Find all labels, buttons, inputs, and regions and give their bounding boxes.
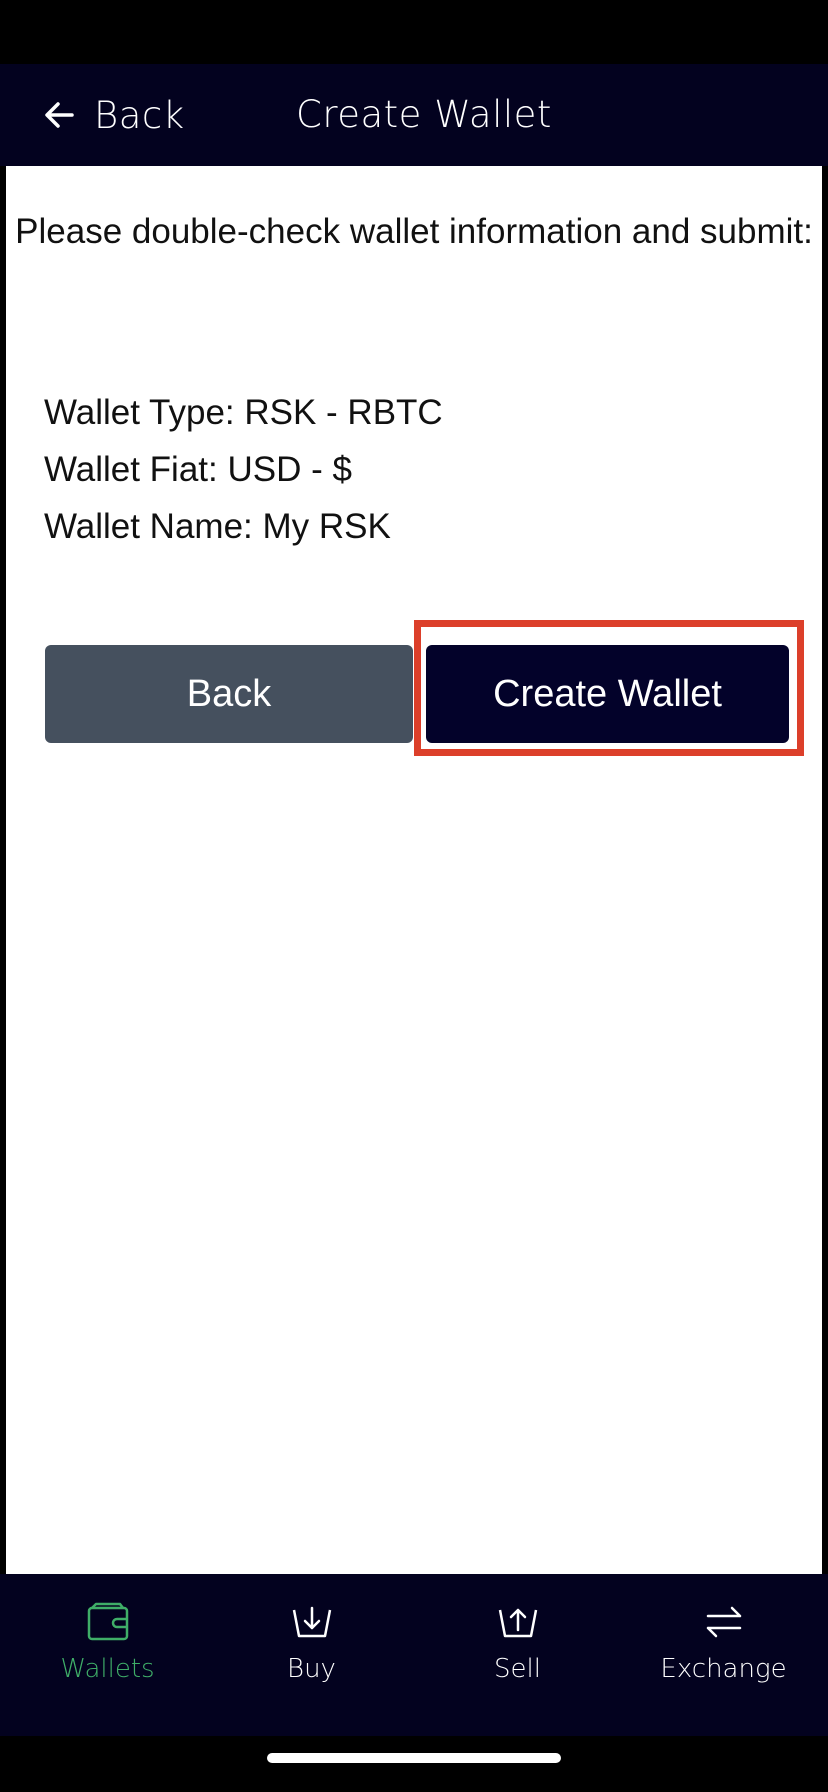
create-wallet-button[interactable]: Create Wallet: [426, 645, 789, 743]
tab-wallets-label: Wallets: [60, 1654, 155, 1684]
wallet-icon: [87, 1602, 128, 1641]
tab-sell-label: Sell: [494, 1654, 541, 1684]
tab-exchange-label: Exchange: [660, 1654, 787, 1684]
header-back-label: Back: [94, 93, 185, 137]
wallet-type-detail: Wallet Type: RSK - RBTC: [44, 393, 443, 432]
wallet-details: Wallet Type: RSK - RBTC Wallet Fiat: USD…: [44, 384, 443, 555]
tab-sell[interactable]: Sell: [414, 1602, 621, 1712]
exchange-icon: [706, 1606, 741, 1638]
tab-buy[interactable]: Buy: [208, 1602, 415, 1712]
arrow-left-icon: [45, 102, 74, 128]
main-content: Please double-check wallet information a…: [6, 166, 822, 1574]
tab-wallets[interactable]: Wallets: [4, 1602, 211, 1712]
buy-icon: [292, 1606, 331, 1638]
instruction-text: Please double-check wallet information a…: [15, 212, 813, 251]
wallet-fiat-detail: Wallet Fiat: USD - $: [44, 450, 352, 489]
phone-screen: Back Create Wallet Please double-check w…: [0, 0, 828, 1792]
app-header: Back Create Wallet: [0, 64, 828, 166]
home-indicator-area: [0, 1736, 828, 1792]
sell-icon: [498, 1608, 537, 1638]
header-back-button[interactable]: Back: [44, 86, 185, 144]
tab-buy-label: Buy: [287, 1654, 336, 1684]
page-title: Create Wallet: [296, 93, 552, 136]
home-indicator[interactable]: [267, 1753, 561, 1763]
back-button[interactable]: Back: [45, 645, 413, 743]
status-bar: [0, 0, 828, 64]
wallet-name-detail: Wallet Name: My RSK: [44, 507, 391, 546]
tab-exchange[interactable]: Exchange: [620, 1602, 827, 1712]
bottom-tab-bar: Wallets Buy Sell Exchange: [0, 1574, 828, 1736]
